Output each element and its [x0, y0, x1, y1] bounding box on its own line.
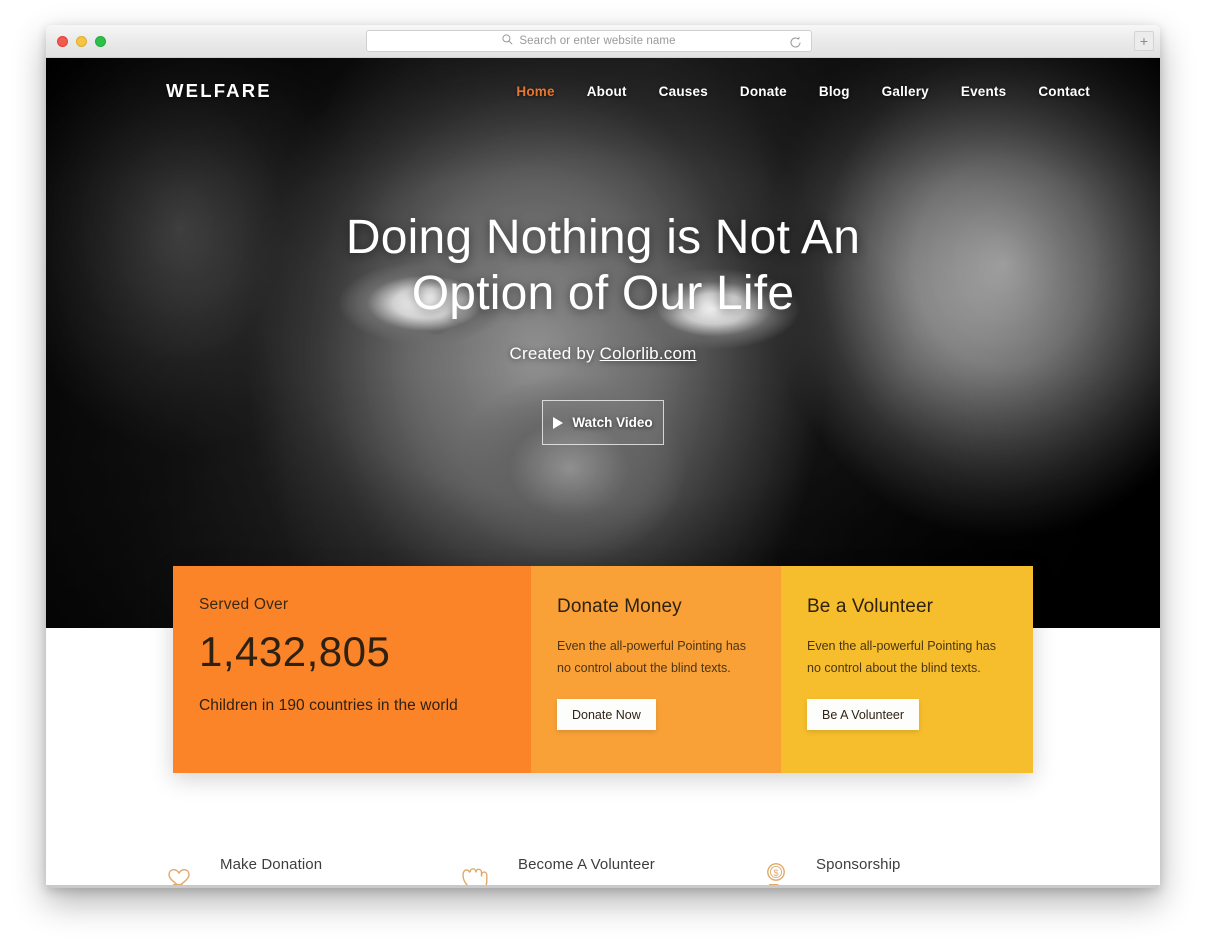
page-viewport: WELFARE Home About Causes Donate Blog Ga…: [46, 58, 1160, 888]
service-body: Make Donation Even the all-powerful Poin…: [220, 851, 409, 888]
service-body: Become A Volunteer Even the all-powerful…: [518, 851, 707, 888]
nav-links: Home About Causes Donate Blog Gallery Ev…: [516, 84, 1090, 99]
browser-titlebar: Search or enter website name +: [46, 25, 1160, 58]
card-donate-money: Donate Money Even the all-powerful Point…: [531, 566, 781, 773]
promo-cards: Served Over 1,432,805 Children in 190 co…: [173, 566, 1033, 773]
service-title: Make Donation: [220, 856, 323, 873]
served-over-footnote: Children in 190 countries in the world: [199, 697, 458, 714]
nav-item-blog[interactable]: Blog: [819, 84, 850, 99]
screenshot-canvas: Search or enter website name + WELFARE H…: [0, 0, 1206, 952]
service-body: Sponsorship Even the all-powerful Pointi…: [816, 851, 1005, 888]
nav-item-gallery[interactable]: Gallery: [882, 84, 929, 99]
be-volunteer-text: Even the all-powerful Pointing has no co…: [807, 639, 997, 675]
hand-heart-icon: [156, 853, 202, 888]
reload-icon[interactable]: [787, 34, 803, 50]
served-over-count: 1,432,805: [199, 628, 391, 675]
nav-item-home[interactable]: Home: [516, 84, 554, 99]
hand-coin-icon: $: [752, 853, 798, 888]
maximize-window-button[interactable]: [95, 36, 106, 47]
play-icon: [553, 416, 564, 429]
hero-subtitle-prefix: Created by: [509, 344, 600, 364]
nav-item-about[interactable]: About: [587, 84, 627, 99]
window-controls: [57, 36, 106, 47]
nav-item-contact[interactable]: Contact: [1038, 84, 1090, 99]
be-a-volunteer-button[interactable]: Be A Volunteer: [807, 699, 920, 730]
colorlib-link[interactable]: Colorlib.com: [600, 344, 697, 363]
watch-video-button[interactable]: Watch Video: [542, 400, 664, 446]
site-logo[interactable]: WELFARE: [166, 80, 272, 102]
nav-item-causes[interactable]: Causes: [659, 84, 708, 99]
helping-hands-icon: [454, 853, 500, 888]
address-bar[interactable]: Search or enter website name: [366, 30, 812, 52]
browser-window: Search or enter website name + WELFARE H…: [46, 25, 1160, 888]
close-window-button[interactable]: [57, 36, 68, 47]
nav-item-donate[interactable]: Donate: [740, 84, 787, 99]
service-become-volunteer[interactable]: Become A Volunteer Even the all-powerful…: [454, 851, 752, 888]
card-be-volunteer: Be a Volunteer Even the all-powerful Poi…: [781, 566, 1033, 773]
hero-title-line-2: Option of Our Life: [411, 267, 795, 321]
nav-item-events[interactable]: Events: [961, 84, 1006, 99]
card-served-over: Served Over 1,432,805 Children in 190 co…: [173, 566, 531, 773]
site-navigation: WELFARE Home About Causes Donate Blog Ga…: [46, 58, 1160, 124]
service-make-donation[interactable]: Make Donation Even the all-powerful Poin…: [156, 851, 454, 888]
minimize-window-button[interactable]: [76, 36, 87, 47]
served-over-label: Served Over: [199, 596, 289, 613]
new-tab-button[interactable]: +: [1134, 31, 1154, 51]
service-title: Sponsorship: [816, 856, 901, 873]
hero-subtitle: Created by Colorlib.com: [86, 344, 1120, 364]
address-bar-placeholder: Search or enter website name: [519, 35, 676, 47]
new-tab-label: +: [1139, 33, 1149, 49]
service-title: Become A Volunteer: [518, 856, 655, 873]
hero-section: WELFARE Home About Causes Donate Blog Ga…: [46, 58, 1160, 628]
donate-money-text: Even the all-powerful Pointing has no co…: [557, 639, 747, 675]
svg-text:$: $: [773, 868, 778, 878]
be-volunteer-title: Be a Volunteer: [807, 596, 934, 617]
hero-title-line-1: Doing Nothing is Not An: [345, 211, 861, 264]
window-bottom-edge: [46, 885, 1160, 888]
service-sponsorship[interactable]: $ Sponsorship Even the all-powerful Poin…: [752, 851, 1050, 888]
hero-content: Doing Nothing is Not An Option of Our Li…: [46, 210, 1160, 446]
donate-now-button[interactable]: Donate Now: [557, 699, 656, 730]
hero-title: Doing Nothing is Not An Option of Our Li…: [86, 210, 1120, 322]
search-icon: [502, 32, 513, 50]
address-bar-content: Search or enter website name: [502, 32, 676, 50]
donate-money-title: Donate Money: [557, 596, 682, 617]
watch-video-label: Watch Video: [572, 415, 653, 431]
